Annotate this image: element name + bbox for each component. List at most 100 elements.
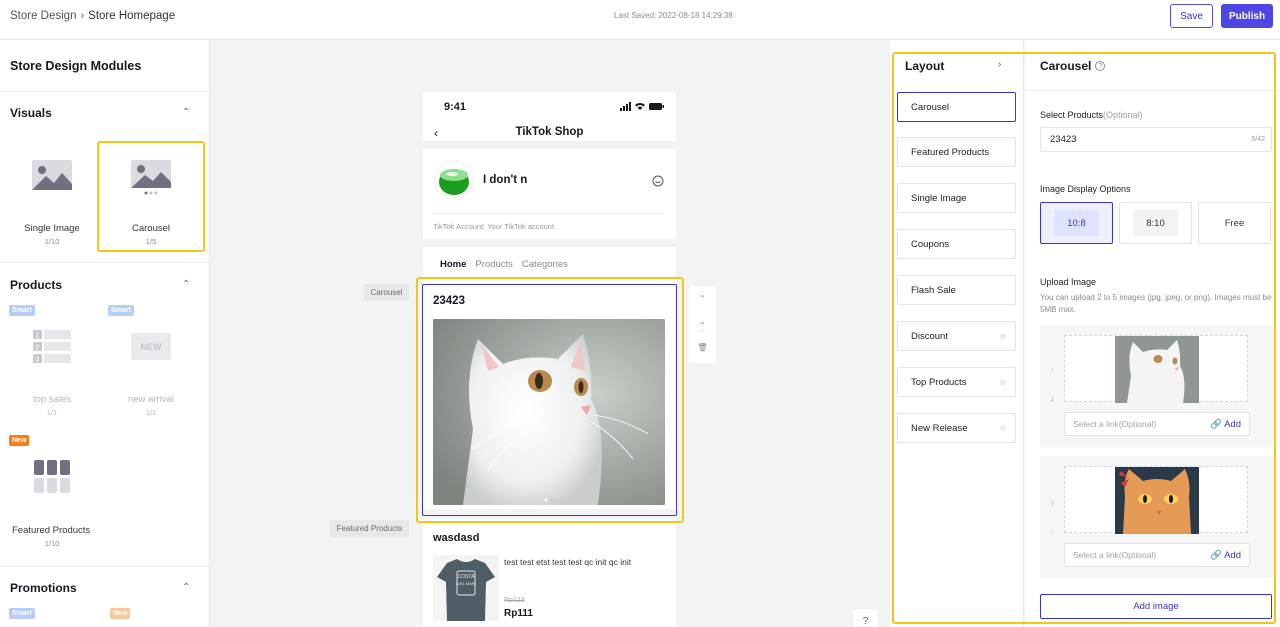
move-down-icon[interactable]: ↓	[1050, 393, 1055, 403]
delete-icon[interactable]: 🗑	[689, 343, 716, 352]
tiktok-account-text: TikTok Account: Your TikTok account	[433, 222, 555, 231]
rank-number: 2	[36, 345, 40, 352]
breadcrumb: Store Design › Store Homepage	[10, 10, 175, 22]
question-icon[interactable]: ?	[1095, 61, 1106, 71]
module-single-image[interactable]: Single Image 1/10	[2, 141, 102, 251]
add-link-button[interactable]: 🔗 Add	[1210, 550, 1241, 561]
module-new-arrival[interactable]: Smart NEW new arrival 1/1	[101, 304, 201, 422]
smart-tag: Smart	[9, 305, 35, 316]
layout-item-discount[interactable]: Discount ◎	[897, 321, 1016, 351]
product-original-price: Rp123	[504, 597, 525, 604]
move-up-icon[interactable]: ↑	[1050, 365, 1055, 375]
tab-categories[interactable]: Categories	[522, 259, 568, 270]
shop-name: I don't n	[483, 174, 528, 186]
status-bar: 9:41	[423, 92, 676, 120]
new-arrival-thumbnail: NEW	[131, 333, 171, 360]
rank-number: 1	[36, 333, 40, 340]
section-products-title: Products	[10, 278, 63, 292]
publish-button[interactable]: Publish	[1221, 4, 1273, 28]
move-up-icon[interactable]: ⌃	[689, 294, 716, 303]
top-bar: Store Design › Store Homepage Last Saved…	[0, 0, 1280, 40]
image-dropzone[interactable]	[1064, 466, 1248, 534]
layout-item-featured-products[interactable]: Featured Products	[897, 137, 1016, 167]
module-name: new arrival	[128, 394, 174, 405]
ratio-option-free[interactable]: Free	[1198, 202, 1271, 244]
add-link-label: Add	[1224, 550, 1241, 561]
module-name: Single Image	[24, 223, 80, 234]
last-saved-text: Last Saved: 2022-08-18 14:29:38	[614, 11, 733, 20]
ratio-label: Free	[1224, 217, 1245, 229]
breadcrumb-store-homepage: Store Homepage	[88, 10, 176, 22]
layout-item-carousel[interactable]: Carousel	[897, 92, 1016, 122]
shop-avatar	[434, 160, 474, 200]
layout-item-new-release[interactable]: New Release ◎	[897, 413, 1016, 443]
layout-item-single-image[interactable]: Single Image	[897, 183, 1016, 213]
layout-item-top-products[interactable]: Top Products ◎	[897, 367, 1016, 397]
tab-products[interactable]: Products	[475, 259, 513, 270]
status-time: 9:41	[444, 101, 467, 113]
link-input[interactable]: Select a link(Optional) 🔗 Add	[1064, 412, 1250, 436]
divider	[423, 239, 676, 247]
add-link-button[interactable]: 🔗 Add	[1210, 419, 1241, 430]
hidden-eye-icon[interactable]: ◎	[1000, 378, 1006, 386]
upload-hint: You can upload 2 to 5 images (jpg, jpeg,…	[1040, 293, 1272, 314]
uploaded-cat-image	[1115, 336, 1199, 403]
ratio-option-10-8[interactable]: 10:8	[1040, 202, 1113, 244]
chevron-up-icon[interactable]: ⌃	[182, 107, 190, 118]
product-price: Rp111	[504, 608, 533, 619]
module-count: 1/10	[44, 539, 60, 548]
hidden-eye-icon[interactable]: ◎	[1000, 424, 1006, 432]
smart-tag: Smart	[9, 608, 35, 619]
label-text: Select Products	[1040, 110, 1104, 120]
chat-icon[interactable]	[652, 175, 664, 187]
module-featured-products[interactable]: New Featured Products 1/10	[2, 434, 102, 554]
module-tools: ⌃ ⌄ — 🗑	[689, 286, 716, 363]
add-link-label: Add	[1224, 419, 1241, 430]
layout-item-label: Carousel	[911, 101, 950, 113]
move-up-icon[interactable]: ↑	[1050, 498, 1055, 508]
layout-item-label: Top Products	[911, 376, 967, 388]
select-products-input[interactable]: 23423 5/42	[1040, 127, 1272, 152]
image-dropzone[interactable]	[1064, 335, 1248, 403]
uploaded-angry-cat-image	[1115, 467, 1199, 534]
product-grid-icon	[34, 460, 70, 493]
chevron-up-icon[interactable]: ⌃	[182, 582, 190, 593]
chevron-right-icon[interactable]: ›	[998, 59, 1001, 70]
divider	[0, 91, 209, 92]
section-visuals-title: Visuals	[10, 106, 52, 120]
ratio-option-8-10[interactable]: 8:10	[1119, 202, 1192, 244]
featured-products-canvas-label: Featured Products	[330, 520, 409, 537]
hidden-eye-icon[interactable]: ◎	[1000, 332, 1006, 340]
link-placeholder: Select a link(Optional)	[1073, 550, 1157, 560]
help-icon[interactable]: ?	[852, 608, 879, 627]
divider	[0, 566, 209, 567]
layout-item-flash-sale[interactable]: Flash Sale	[897, 275, 1016, 305]
sidebar-title: Store Design Modules	[10, 59, 142, 73]
selected-module-highlight	[97, 141, 205, 252]
ranking-list-icon: 1 2 3	[33, 330, 71, 364]
shop-tabs: Home Products Categories	[440, 259, 568, 270]
select-products-label: Select Products(Optional)	[1040, 110, 1143, 120]
section-promotions-title: Promotions	[10, 581, 77, 595]
divider	[1025, 90, 1280, 91]
product-description: test test etst test test qc init qc init	[504, 557, 632, 567]
chevron-up-icon[interactable]: ⌃	[182, 279, 190, 290]
char-count: 5/42	[1251, 136, 1265, 143]
smart-tag: Smart	[108, 305, 134, 316]
module-top-sales[interactable]: Smart 1 2 3 top sales 1/1	[2, 304, 102, 422]
move-down-icon[interactable]: ⌄	[689, 317, 716, 326]
layout-item-label: Discount	[911, 330, 948, 342]
layout-item-coupons[interactable]: Coupons	[897, 229, 1016, 259]
move-down-icon[interactable]: ↓	[1050, 526, 1055, 536]
featured-products-title: wasdasd	[433, 532, 480, 544]
breadcrumb-store-design[interactable]: Store Design	[10, 10, 76, 22]
carousel-image	[433, 319, 665, 505]
save-button[interactable]: Save	[1170, 4, 1213, 28]
upload-image-card: ↑ ↓ Select a link(Optional) 🔗 Add	[1040, 456, 1275, 578]
link-input[interactable]: Select a link(Optional) 🔗 Add	[1064, 543, 1250, 567]
ratio-label: 8:10	[1133, 210, 1178, 236]
add-image-button[interactable]: Add image	[1040, 594, 1272, 619]
tab-home[interactable]: Home	[440, 259, 466, 270]
chevron-right-icon: ›	[80, 10, 85, 22]
upload-image-label: Upload Image	[1040, 277, 1097, 287]
